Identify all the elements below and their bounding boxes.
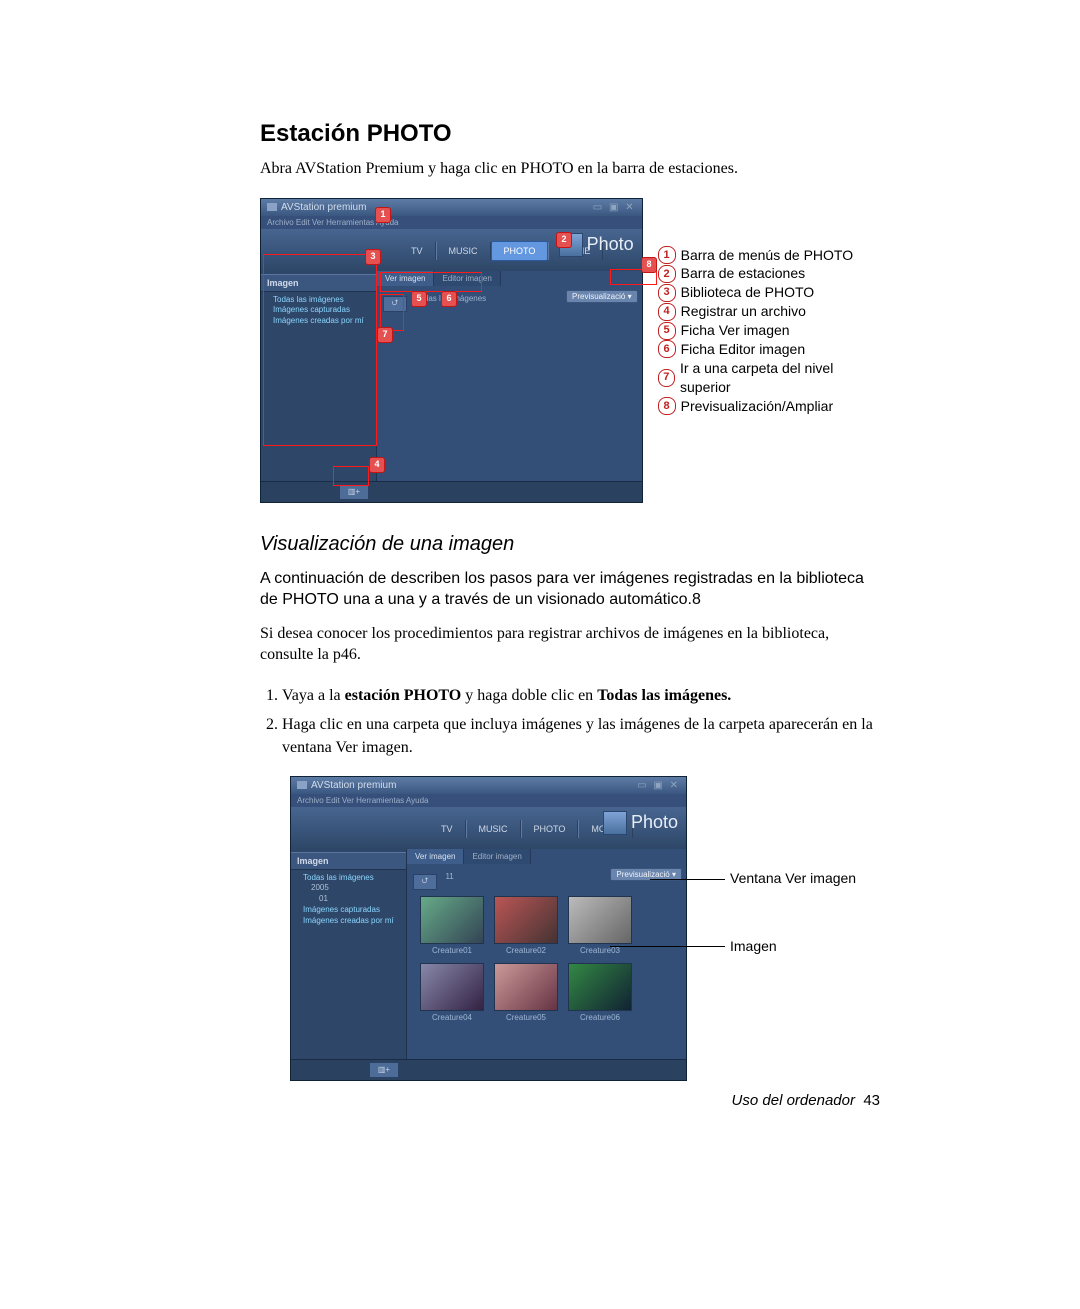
- thumbnail-item[interactable]: Creature04: [419, 963, 485, 1022]
- avstation-window-2: AVStation premium ▭ ▣ ✕ Archivo Edit Ver…: [290, 776, 687, 1081]
- intro-text: Abra AVStation Premium y haga clic en PH…: [260, 158, 880, 180]
- tree-captured-images[interactable]: Imágenes capturadas: [265, 305, 372, 316]
- step-2: Haga clic en una carpeta que incluya imá…: [282, 713, 880, 759]
- register-file-button[interactable]: ▥+: [369, 1062, 399, 1078]
- callout-image: Imagen: [730, 938, 777, 954]
- subsection-heading: Visualización de una imagen: [260, 533, 880, 556]
- sidebar-library: Imagen Todas las imágenes 2005 01 Imágen…: [291, 849, 407, 1059]
- tree-all-images[interactable]: Todas las imágenes: [295, 873, 402, 884]
- station-tab-photo[interactable]: PHOTO: [491, 241, 549, 261]
- library-tree[interactable]: Todas las imágenes 2005 01 Imágenes capt…: [291, 870, 406, 930]
- tree-my-images[interactable]: Imágenes creadas por mí: [265, 316, 372, 327]
- tab-view-image[interactable]: Ver imagen: [407, 849, 464, 864]
- station-bar: TV MUSIC PHOTO MOVIE Photo: [261, 229, 642, 271]
- thumbnail-item[interactable]: Creature01: [419, 896, 485, 955]
- thumb-count: 11: [445, 872, 453, 881]
- tab-edit-image[interactable]: Editor imagen: [464, 849, 530, 864]
- subsection-p1: A continuación de describen los pasos pa…: [260, 568, 880, 611]
- tree-year[interactable]: 2005: [295, 883, 402, 894]
- section-heading: Estación PHOTO: [260, 120, 880, 148]
- station-tab-photo[interactable]: PHOTO: [521, 820, 579, 838]
- sidebar-library: Imagen Todas las imágenes Imágenes captu…: [261, 271, 377, 481]
- page-footer: Uso del ordenador 43: [732, 1092, 880, 1109]
- app-title: AVStation premium: [267, 202, 366, 213]
- menu-bar[interactable]: Archivo Edit Ver Herramientas Ayuda: [291, 794, 686, 807]
- legend-num-8: 8: [658, 397, 676, 415]
- station-label: Photo: [603, 811, 678, 835]
- thumbnail-item[interactable]: Creature05: [493, 963, 559, 1022]
- app-title: AVStation premium: [297, 780, 396, 791]
- thumbnail-item[interactable]: Creature02: [493, 896, 559, 955]
- callout-view-window: Ventana Ver imagen: [730, 870, 856, 886]
- station-bar: TV MUSIC PHOTO MOVIE Photo: [291, 807, 686, 849]
- thumbnail-item[interactable]: Creature06: [567, 963, 633, 1022]
- legend-num-7: 7: [658, 369, 675, 387]
- legend-num-1: 1: [658, 246, 676, 264]
- subsection-p2: Si desea conocer los procedimientos para…: [260, 623, 880, 666]
- station-tab-music[interactable]: MUSIC: [436, 242, 491, 260]
- window-buttons[interactable]: ▭ ▣ ✕: [593, 202, 636, 213]
- sidebar-header: Imagen: [291, 852, 406, 870]
- station-tab-music[interactable]: MUSIC: [466, 820, 521, 838]
- library-tree[interactable]: Todas las imágenes Imágenes capturadas I…: [261, 292, 376, 330]
- window-footer: ▥+: [261, 481, 642, 502]
- tab-edit-image[interactable]: Editor imagen: [434, 271, 500, 286]
- legend-num-3: 3: [658, 284, 676, 302]
- tree-captured-images[interactable]: Imágenes capturadas: [295, 905, 402, 916]
- step-1: Vaya a la estación PHOTO y haga doble cl…: [282, 684, 880, 707]
- window-titlebar: AVStation premium ▭ ▣ ✕: [261, 199, 642, 216]
- folder-up-button[interactable]: ⮍: [383, 296, 407, 312]
- station-tab-tv[interactable]: TV: [399, 242, 436, 260]
- tab-view-image[interactable]: Ver imagen: [377, 271, 434, 286]
- station-tab-tv[interactable]: TV: [429, 820, 466, 838]
- legend-num-4: 4: [658, 303, 676, 321]
- legend-num-5: 5: [658, 322, 676, 340]
- legend-num-2: 2: [658, 265, 676, 283]
- steps-list: Vaya a la estación PHOTO y haga doble cl…: [260, 684, 880, 760]
- legend-num-6: 6: [658, 340, 676, 358]
- main-panel: Ver imagen Editor imagen ⮍ 11 Previsuali…: [407, 849, 686, 1059]
- thumbnail-grid: Creature01 Creature02 Creature03 Creatur…: [413, 890, 680, 1028]
- menu-bar[interactable]: Archivo Edit Ver Herramientas Ayuda: [261, 216, 642, 229]
- window-buttons[interactable]: ▭ ▣ ✕: [637, 780, 680, 791]
- avstation-window: AVStation premium ▭ ▣ ✕ Archivo Edit Ver…: [260, 198, 643, 503]
- tree-all-images[interactable]: Todas las imágenes: [265, 295, 372, 306]
- sidebar-header: Imagen: [261, 274, 376, 292]
- tree-my-images[interactable]: Imágenes creadas por mí: [295, 916, 402, 927]
- folder-up-button[interactable]: ⮍: [413, 874, 437, 890]
- window-footer: ▥+: [291, 1059, 686, 1080]
- register-file-button[interactable]: ▥+: [339, 484, 369, 500]
- window-titlebar: AVStation premium ▭ ▣ ✕: [291, 777, 686, 794]
- tree-month[interactable]: 01: [295, 894, 402, 905]
- figure-legend: 1Barra de menús de PHOTO 2Barra de estac…: [658, 198, 880, 416]
- preview-dropdown[interactable]: Previsualizació ▾: [566, 290, 638, 303]
